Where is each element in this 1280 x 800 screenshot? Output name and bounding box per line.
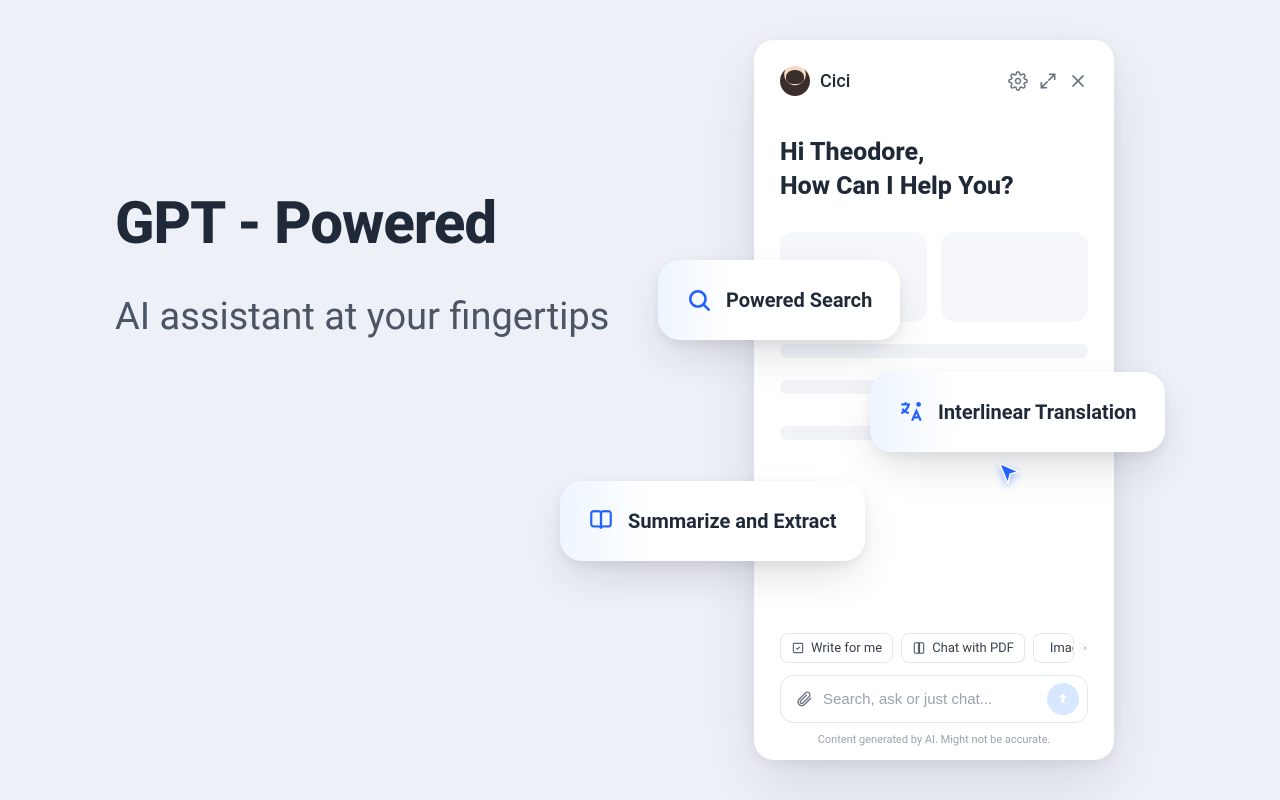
gear-icon[interactable]	[1008, 71, 1028, 91]
feature-pill-translate: Interlinear Translation	[870, 372, 1165, 452]
chip-label: Write for me	[811, 641, 882, 656]
paperclip-icon[interactable]	[795, 690, 813, 708]
chip-label: Image	[1050, 641, 1074, 656]
quick-actions: Write for me Chat with PDF Image	[780, 633, 1088, 663]
search-icon	[686, 287, 712, 313]
send-button[interactable]	[1047, 683, 1079, 715]
pill-label: Interlinear Translation	[938, 400, 1137, 424]
feature-pill-search: Powered Search	[658, 260, 900, 340]
chip-label: Chat with PDF	[932, 641, 1014, 656]
suggestion-card[interactable]	[941, 232, 1088, 322]
expand-icon[interactable]	[1038, 71, 1058, 91]
hero-title: GPT - Powered	[115, 190, 635, 258]
assistant-name: Cici	[820, 71, 850, 92]
pill-label: Powered Search	[726, 288, 872, 312]
greeting: Hi Theodore, How Can I Help You?	[780, 136, 1088, 204]
close-icon[interactable]	[1068, 71, 1088, 91]
panel-header: Cici	[780, 66, 1088, 96]
chip-chat-with-pdf[interactable]: Chat with PDF	[901, 633, 1025, 663]
search-input[interactable]	[823, 691, 1037, 708]
book-open-icon	[588, 508, 614, 534]
placeholder-line	[780, 344, 1088, 358]
greeting-line1: Hi Theodore,	[780, 136, 1088, 170]
greeting-line2: How Can I Help You?	[780, 170, 1088, 204]
chip-image[interactable]: Image	[1033, 633, 1074, 663]
hero-subtitle: AI assistant at your fingertips	[115, 292, 635, 343]
translate-icon	[898, 399, 924, 425]
search-bar	[780, 675, 1088, 723]
pill-label: Summarize and Extract	[628, 509, 837, 533]
ai-disclaimer: Content generated by AI. Might not be ac…	[780, 733, 1088, 746]
chip-write-for-me[interactable]: Write for me	[780, 633, 893, 663]
cursor-icon	[995, 460, 1023, 488]
avatar	[780, 66, 810, 96]
chevron-right-icon[interactable]	[1082, 639, 1088, 657]
feature-pill-summarize: Summarize and Extract	[560, 481, 865, 561]
